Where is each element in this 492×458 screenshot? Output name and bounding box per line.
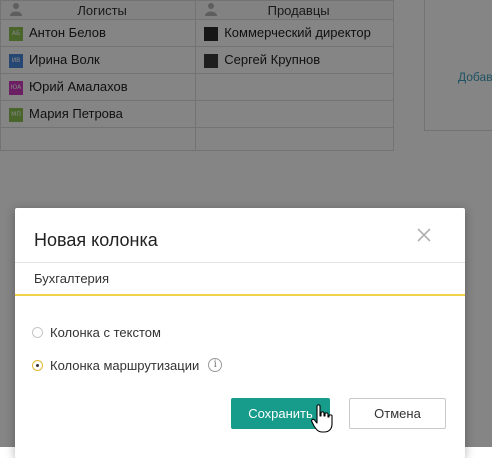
cancel-button[interactable]: Отмена	[349, 398, 446, 429]
save-button[interactable]: Сохранить	[231, 398, 330, 429]
close-icon[interactable]	[415, 226, 433, 244]
dialog-title: Новая колонка	[34, 230, 158, 250]
column-name-field	[15, 262, 465, 296]
radio-button-checked[interactable]	[32, 359, 43, 371]
column-name-input[interactable]	[34, 271, 434, 286]
new-column-dialog: Новая колонка Колонка с текстом Колонка …	[15, 208, 465, 458]
option-label: Колонка с текстом	[50, 324, 161, 340]
option-text-column[interactable]: Колонка с текстом	[32, 322, 161, 342]
info-icon[interactable]: i	[208, 358, 223, 372]
option-label: Колонка маршрутизации	[50, 357, 200, 373]
radio-button[interactable]	[32, 326, 43, 338]
option-routing-column[interactable]: Колонка маршрутизации i	[32, 355, 223, 375]
